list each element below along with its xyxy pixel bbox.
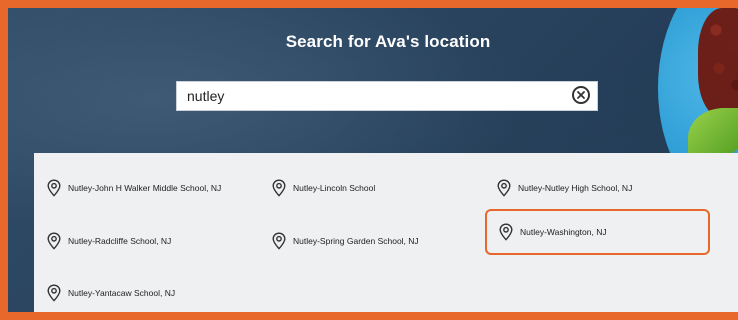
result-label: Nutley-Radcliffe School, NJ <box>68 236 172 246</box>
map-pin-icon <box>47 179 61 197</box>
close-circle-icon[interactable] <box>572 86 590 104</box>
app-frame: Search for Ava's location Nutley-John H … <box>8 8 738 312</box>
result-item[interactable]: Nutley-Spring Garden School, NJ <box>271 221 486 261</box>
result-label: Nutley-Lincoln School <box>293 183 376 193</box>
result-item[interactable]: Nutley-Radcliffe School, NJ <box>46 221 261 261</box>
result-label: Nutley-Yantacaw School, NJ <box>68 288 176 298</box>
result-label: Nutley-John H Walker Middle School, NJ <box>68 183 222 193</box>
map-pin-icon <box>47 284 61 302</box>
beans-decoration <box>698 8 738 118</box>
result-item[interactable]: Nutley-Nutley High School, NJ <box>496 168 711 208</box>
results-list: Nutley-John H Walker Middle School, NJ N… <box>34 153 738 312</box>
map-pin-icon <box>497 179 511 197</box>
result-label: Nutley-Washington, NJ <box>520 227 607 237</box>
map-pin-icon <box>272 179 286 197</box>
result-label: Nutley-Spring Garden School, NJ <box>293 236 419 246</box>
result-item[interactable]: Nutley-Lincoln School <box>271 168 486 208</box>
result-label: Nutley-Nutley High School, NJ <box>518 183 633 193</box>
map-pin-icon <box>272 232 286 250</box>
map-pin-icon <box>499 223 513 241</box>
page-title: Search for Ava's location <box>285 32 491 51</box>
map-pin-icon <box>47 232 61 250</box>
result-item-selected[interactable]: Nutley-Washington, NJ <box>485 209 710 255</box>
result-item[interactable]: Nutley-Yantacaw School, NJ <box>46 273 261 312</box>
search-input[interactable] <box>187 82 557 110</box>
result-item[interactable]: Nutley-John H Walker Middle School, NJ <box>46 168 261 208</box>
search-box <box>176 81 598 111</box>
